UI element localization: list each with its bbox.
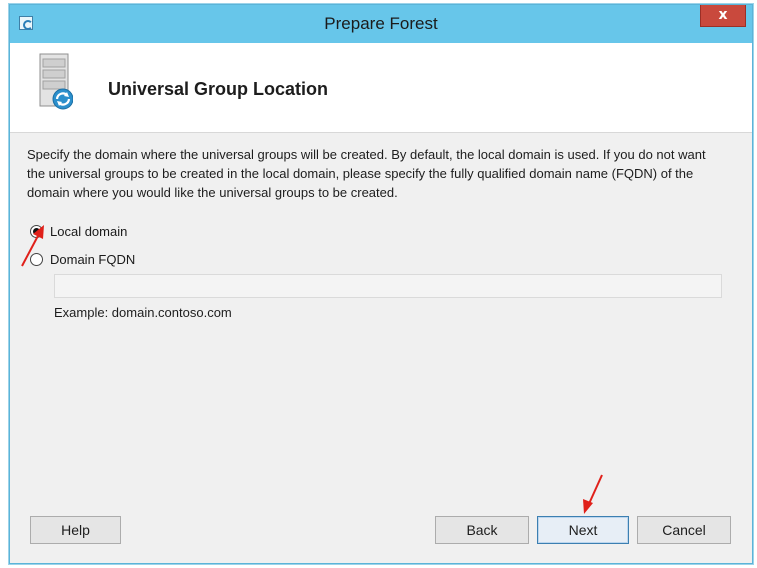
title-bar[interactable]: Prepare Forest x xyxy=(10,5,752,43)
local-domain-radio[interactable] xyxy=(30,225,43,238)
domain-fqdn-input[interactable] xyxy=(54,274,722,298)
cancel-button[interactable]: Cancel xyxy=(637,516,731,544)
description-text: Specify the domain where the universal g… xyxy=(27,147,706,200)
domain-fqdn-radio[interactable] xyxy=(30,253,43,266)
example-text: Example: domain.contoso.com xyxy=(54,305,232,320)
local-domain-label[interactable]: Local domain xyxy=(50,224,127,239)
domain-fqdn-label[interactable]: Domain FQDN xyxy=(50,252,135,267)
window-title: Prepare Forest xyxy=(324,14,438,33)
wizard-header: Universal Group Location xyxy=(10,43,752,133)
next-button[interactable]: Next xyxy=(537,516,629,544)
domain-fqdn-option[interactable]: Domain FQDN xyxy=(30,252,135,267)
local-domain-option[interactable]: Local domain xyxy=(30,224,127,239)
help-button[interactable]: Help xyxy=(30,516,121,544)
close-button[interactable]: x xyxy=(700,5,746,27)
back-button[interactable]: Back xyxy=(435,516,529,544)
server-sync-icon xyxy=(39,53,73,110)
page-heading: Universal Group Location xyxy=(108,79,329,99)
